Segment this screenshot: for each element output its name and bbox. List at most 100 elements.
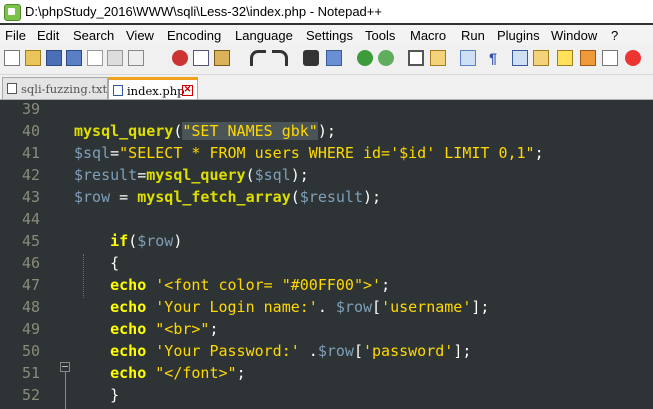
document-map-icon[interactable] — [557, 50, 573, 66]
window-title: D:\phpStudy_2016\WWW\sqli\Less-32\index.… — [25, 4, 382, 19]
menu-view[interactable]: View — [126, 28, 154, 43]
menu-encoding[interactable]: Encoding — [167, 28, 221, 43]
zoom-in-icon[interactable] — [357, 50, 373, 66]
code-line[interactable]: 50 echo 'Your Password:' .$row['password… — [0, 340, 653, 362]
new-file-icon[interactable] — [4, 50, 20, 66]
code-line[interactable]: 49 echo "<br>"; — [0, 318, 653, 340]
php-file-icon — [113, 85, 123, 96]
code-text: { — [74, 252, 119, 274]
code-token: $row — [317, 342, 354, 360]
notepad-plus-plus-icon — [4, 4, 21, 21]
find-icon[interactable] — [303, 50, 319, 66]
code-token: ); — [363, 188, 382, 206]
code-token: "</font>" — [155, 364, 237, 382]
tab-bar: sqli-fuzzing.txt index.php ✕ — [0, 75, 653, 100]
code-token: ; — [381, 276, 391, 294]
code-text: if($row) — [74, 230, 182, 252]
close-all-icon[interactable] — [107, 50, 123, 66]
sync-vertical-icon[interactable] — [408, 50, 424, 66]
code-token: ; — [534, 144, 544, 162]
code-token: $result — [74, 166, 138, 184]
function-list-icon[interactable] — [580, 50, 596, 66]
print-icon[interactable] — [128, 50, 144, 66]
menu-plugins[interactable]: Plugins — [497, 28, 540, 43]
line-number: 40 — [21, 122, 40, 140]
code-token: { — [74, 254, 120, 272]
menu-language[interactable]: Language — [235, 28, 293, 43]
code-token: echo — [110, 364, 147, 382]
menu-settings[interactable]: Settings — [306, 28, 353, 43]
menu-run[interactable]: Run — [461, 28, 485, 43]
replace-icon[interactable] — [326, 50, 342, 66]
code-line[interactable]: 52 } — [0, 384, 653, 406]
code-line[interactable]: 46 { — [0, 252, 653, 274]
line-number: 51 — [21, 364, 40, 382]
code-token: ( — [290, 188, 300, 206]
cut-icon[interactable] — [172, 50, 188, 66]
toolbar: ¶ — [0, 45, 653, 75]
sync-horizontal-icon[interactable] — [430, 50, 446, 66]
tab-label: index.php — [127, 84, 185, 98]
indent-guide-icon[interactable] — [512, 50, 528, 66]
code-token: = — [137, 166, 147, 184]
code-line[interactable]: 47 echo '<font color= "#00FF00">'; — [0, 274, 653, 296]
close-icon[interactable] — [87, 50, 103, 66]
paste-icon[interactable] — [214, 50, 230, 66]
menu-edit[interactable]: Edit — [37, 28, 59, 43]
code-line[interactable]: 45 if($row) — [0, 230, 653, 252]
code-token: ) — [173, 232, 183, 250]
code-line[interactable]: 42 $result=mysql_query($sql); — [0, 164, 653, 186]
title-bar: D:\phpStudy_2016\WWW\sqli\Less-32\index.… — [0, 0, 653, 23]
menu-help[interactable]: ? — [611, 28, 618, 43]
code-editor[interactable]: 39 40 mysql_query("SET NAMES gbk"); 41 $sql=… — [0, 100, 653, 409]
code-line[interactable]: 51 echo "</font>"; — [0, 362, 653, 384]
code-token: ]; — [471, 298, 490, 316]
code-line[interactable]: 48 echo 'Your Login name:'. $row['userna… — [0, 296, 653, 318]
record-macro-icon[interactable] — [625, 50, 641, 66]
code-line[interactable]: 39 — [0, 98, 653, 120]
save-all-icon[interactable] — [66, 50, 82, 66]
user-defined-language-icon[interactable] — [533, 50, 549, 66]
code-line[interactable]: 43 $row = mysql_fetch_array($result); — [0, 186, 653, 208]
code-line[interactable]: 44 — [0, 208, 653, 230]
code-text: echo "</font>"; — [74, 362, 245, 384]
folder-as-workspace-icon[interactable] — [602, 50, 618, 66]
code-text: echo 'Your Login name:'. $row['username'… — [74, 296, 489, 318]
line-number: 52 — [21, 386, 40, 404]
text-file-icon — [7, 83, 17, 94]
fold-collapse-icon[interactable] — [60, 362, 70, 372]
code-token: echo — [110, 320, 147, 338]
line-number: 44 — [21, 210, 40, 228]
indent-guide — [83, 254, 85, 298]
zoom-out-icon[interactable] — [378, 50, 394, 66]
menu-tools[interactable]: Tools — [365, 28, 395, 43]
code-line[interactable]: 40 mysql_query("SET NAMES gbk"); — [0, 120, 653, 142]
redo-icon[interactable] — [272, 50, 288, 66]
code-line[interactable]: 41 $sql="SELECT * FROM users WHERE id='$i… — [0, 142, 653, 164]
menu-window[interactable]: Window — [551, 28, 597, 43]
menu-macro[interactable]: Macro — [410, 28, 446, 43]
code-text: } — [74, 384, 119, 406]
tab-index-php[interactable]: index.php ✕ — [108, 77, 198, 99]
line-number: 48 — [21, 298, 40, 316]
open-file-icon[interactable] — [25, 50, 41, 66]
show-all-characters-icon[interactable]: ¶ — [485, 50, 501, 66]
word-wrap-icon[interactable] — [460, 50, 476, 66]
menu-file[interactable]: File — [5, 28, 26, 43]
code-token: . — [299, 342, 318, 360]
line-number: 41 — [21, 144, 40, 162]
menu-search[interactable]: Search — [73, 28, 114, 43]
save-icon[interactable] — [46, 50, 62, 66]
undo-icon[interactable] — [250, 50, 266, 66]
code-token: . — [317, 298, 336, 316]
tab-sqli-fuzzing[interactable]: sqli-fuzzing.txt — [2, 77, 108, 99]
copy-icon[interactable] — [193, 50, 209, 66]
close-tab-icon[interactable]: ✕ — [182, 85, 193, 96]
code-token: ( — [245, 166, 255, 184]
code-text: echo 'Your Password:' .$row['password']; — [74, 340, 471, 362]
